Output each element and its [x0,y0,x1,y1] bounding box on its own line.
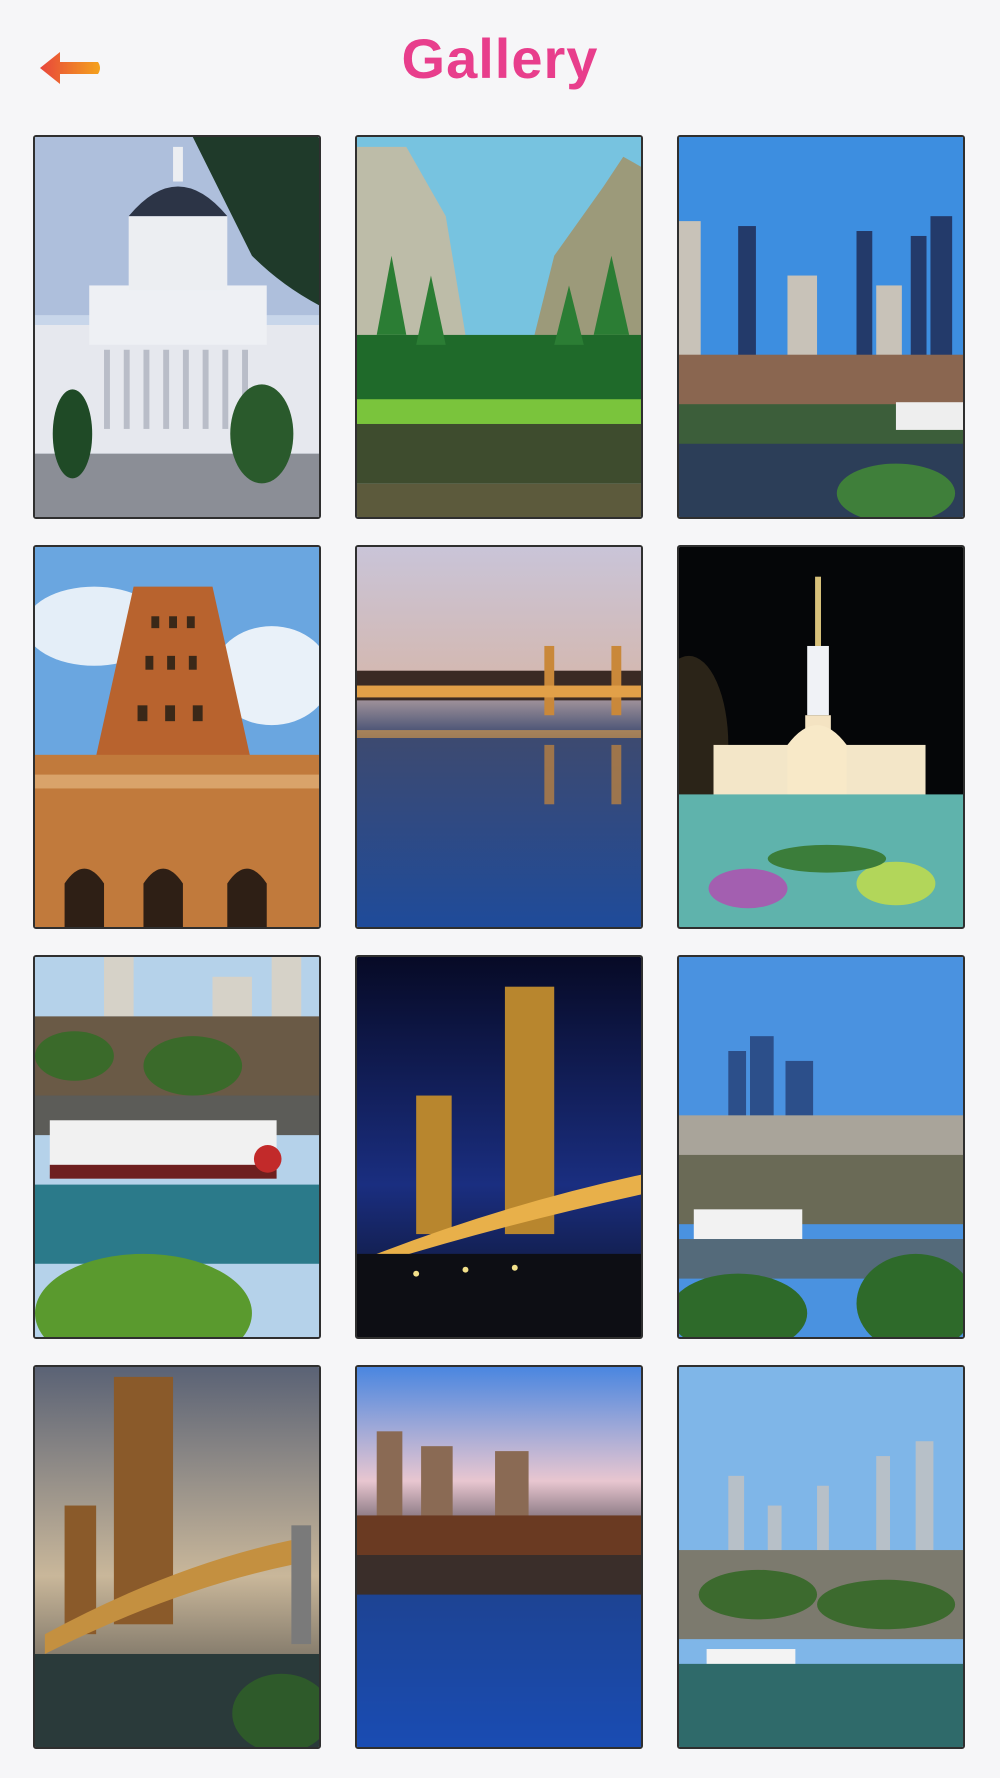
gallery-item-tower-bridge-dusk[interactable] [355,545,643,929]
app-header: Gallery [0,0,1000,130]
gallery-item-riverboat-marina[interactable] [33,955,321,1339]
gallery-item-skyline-river-day[interactable] [677,135,965,519]
gallery-item-capitol-building[interactable] [33,135,321,519]
gallery-item-brick-tower-building[interactable] [33,545,321,929]
gallery-item-yosemite-valley[interactable] [355,135,643,519]
gallery-item-downtown-waterfront[interactable] [677,1365,965,1749]
gallery-item-temple-at-night[interactable] [677,545,965,929]
page-title: Gallery [401,27,599,90]
gallery-item-tower-bridge-night[interactable] [355,955,643,1339]
gallery-item-city-night-reflection[interactable] [355,1365,643,1749]
gallery-item-city-skyline-marina[interactable] [677,955,965,1339]
gallery-item-tower-bridge-sunset[interactable] [33,1365,321,1749]
